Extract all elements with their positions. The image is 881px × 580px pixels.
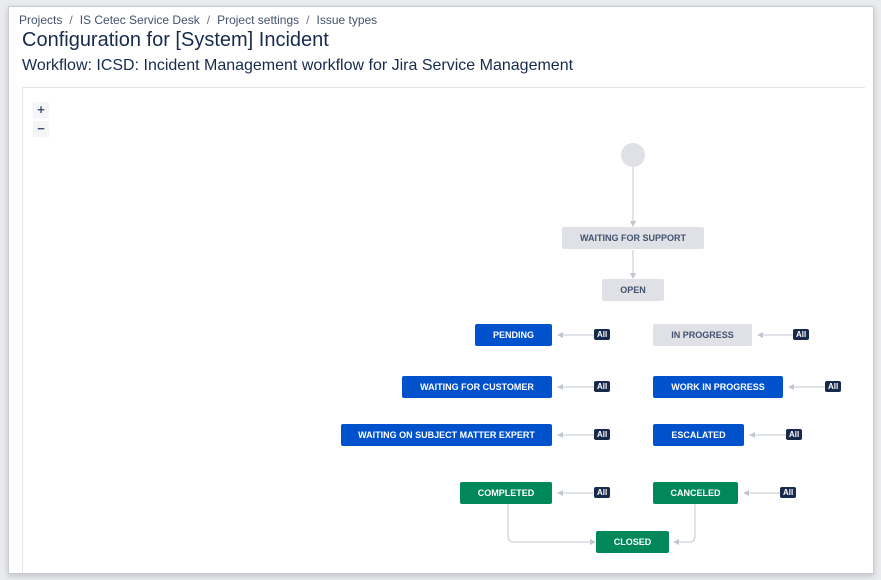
all-transition-badge[interactable]: All [594,429,611,440]
status-pending[interactable]: PENDING [475,324,552,346]
breadcrumb-projects[interactable]: Projects [19,13,62,27]
breadcrumb-separator: / [206,13,211,27]
all-transition-badge[interactable]: All [825,381,842,392]
breadcrumb-separator: / [69,13,73,27]
breadcrumb: Projects / IS Cetec Service Desk / Project s… [19,13,377,27]
breadcrumb-issue-types[interactable]: Issue types [316,13,377,27]
status-work-in-progress[interactable]: WORK IN PROGRESS [653,376,783,398]
status-canceled[interactable]: CANCELED [653,482,738,504]
status-in-progress[interactable]: IN PROGRESS [653,324,752,346]
workflow-diagram[interactable]: + − WAITING FOR SUPPORT OPEN PENDING IN … [22,87,865,573]
transition-arrow [507,504,596,545]
workflow-name: Workflow: ICSD: Incident Management work… [22,57,574,74]
status-open[interactable]: OPEN [602,279,664,301]
breadcrumb-separator: / [306,13,310,27]
status-waiting-for-customer[interactable]: WAITING FOR CUSTOMER [402,376,552,398]
status-waiting-on-sme[interactable]: WAITING ON SUBJECT MATTER EXPERT [341,424,552,446]
status-completed[interactable]: COMPLETED [460,482,552,504]
status-waiting-for-support[interactable]: WAITING FOR SUPPORT [562,227,704,249]
all-transition-badge[interactable]: All [594,487,611,498]
all-transition-badge[interactable]: All [594,329,611,340]
breadcrumb-project[interactable]: IS Cetec Service Desk [80,13,200,27]
all-transition-badge[interactable]: All [594,381,611,392]
all-transition-badge[interactable]: All [793,329,810,340]
status-closed[interactable]: CLOSED [596,531,669,553]
status-escalated[interactable]: ESCALATED [653,424,744,446]
start-node [621,143,645,167]
all-transition-badge[interactable]: All [786,429,803,440]
workflow-window: Projects / IS Cetec Service Desk / Project s… [8,6,874,574]
breadcrumb-project-settings[interactable]: Project settings [217,13,299,27]
transition-arrow [673,504,696,545]
all-transition-badge[interactable]: All [780,487,797,498]
page-title: Configuration for [System] Incident [22,29,329,51]
